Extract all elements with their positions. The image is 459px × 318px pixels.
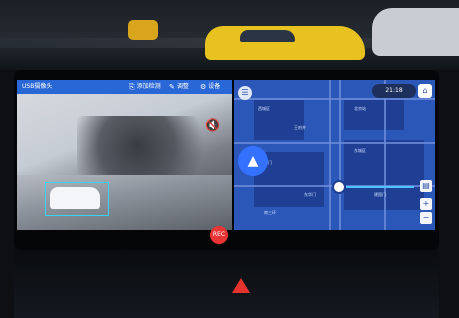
detected-car: [50, 187, 100, 209]
device-action[interactable]: ⚙ 设备: [200, 80, 220, 94]
map-road: [339, 80, 341, 230]
map-menu-button[interactable]: ☰: [238, 86, 252, 100]
camera-title: USB摄像头: [22, 83, 53, 90]
mute-icon[interactable]: 🔇: [205, 118, 220, 132]
nav-route: [334, 186, 414, 188]
settings-icon: ⚙: [200, 83, 207, 91]
yellow-taxi: [205, 26, 365, 60]
distant-taxi: [128, 20, 158, 40]
map-label: 东城区: [354, 148, 366, 153]
home-icon[interactable]: ⌂: [418, 84, 432, 98]
hazard-icon[interactable]: [232, 278, 250, 293]
map-status-pill: 21:18: [372, 84, 416, 98]
map-label: 东华门: [304, 192, 316, 197]
map-road: [234, 98, 435, 100]
detection-box: [45, 182, 109, 216]
map-road: [329, 80, 331, 230]
white-car: [372, 8, 459, 56]
map-label: 王府井: [294, 125, 306, 130]
map-screen[interactable]: 西城区 北京站 东城区 朝阳门 建国门 南三环 王府井 东华门 ☰ ▲ 21:1…: [234, 80, 435, 230]
current-location-icon: [332, 180, 346, 194]
map-label: 西城区: [258, 106, 270, 111]
street-view: [0, 0, 459, 70]
clock-label: 21:18: [385, 87, 403, 94]
adjust-label: 调整: [176, 83, 189, 90]
layers-icon[interactable]: ▤: [420, 180, 432, 192]
map-label: 建国门: [374, 192, 386, 197]
thermal-image: 🔇 REC: [17, 94, 232, 244]
record-label: REC: [212, 231, 226, 238]
add-detect-action[interactable]: ⎘ 添加检测: [129, 80, 161, 94]
map-block: [344, 100, 404, 130]
camera-icon: ⎘: [129, 83, 135, 91]
add-detect-label: 添加检测: [136, 83, 161, 90]
map-road: [234, 142, 435, 144]
zoom-in-button[interactable]: +: [420, 198, 432, 210]
camera-screen: USB摄像头 ⎘ 添加检测 ✎ 调整 ⚙ 设备 🔇 REC: [17, 80, 232, 244]
zoom-out-button[interactable]: −: [420, 212, 432, 224]
map-road: [384, 80, 386, 230]
map-label: 南三环: [264, 210, 276, 215]
device-label: 设备: [208, 83, 221, 90]
map-label: 北京站: [354, 106, 366, 111]
adjust-action[interactable]: ✎ 调整: [169, 80, 189, 94]
dashboard-vent: [14, 250, 439, 318]
camera-topbar: USB摄像头 ⎘ 添加检测 ✎ 调整 ⚙ 设备: [17, 80, 232, 94]
record-button[interactable]: REC: [210, 226, 228, 244]
navigation-arrow-icon[interactable]: ▲: [238, 146, 268, 176]
edit-icon: ✎: [169, 83, 175, 91]
